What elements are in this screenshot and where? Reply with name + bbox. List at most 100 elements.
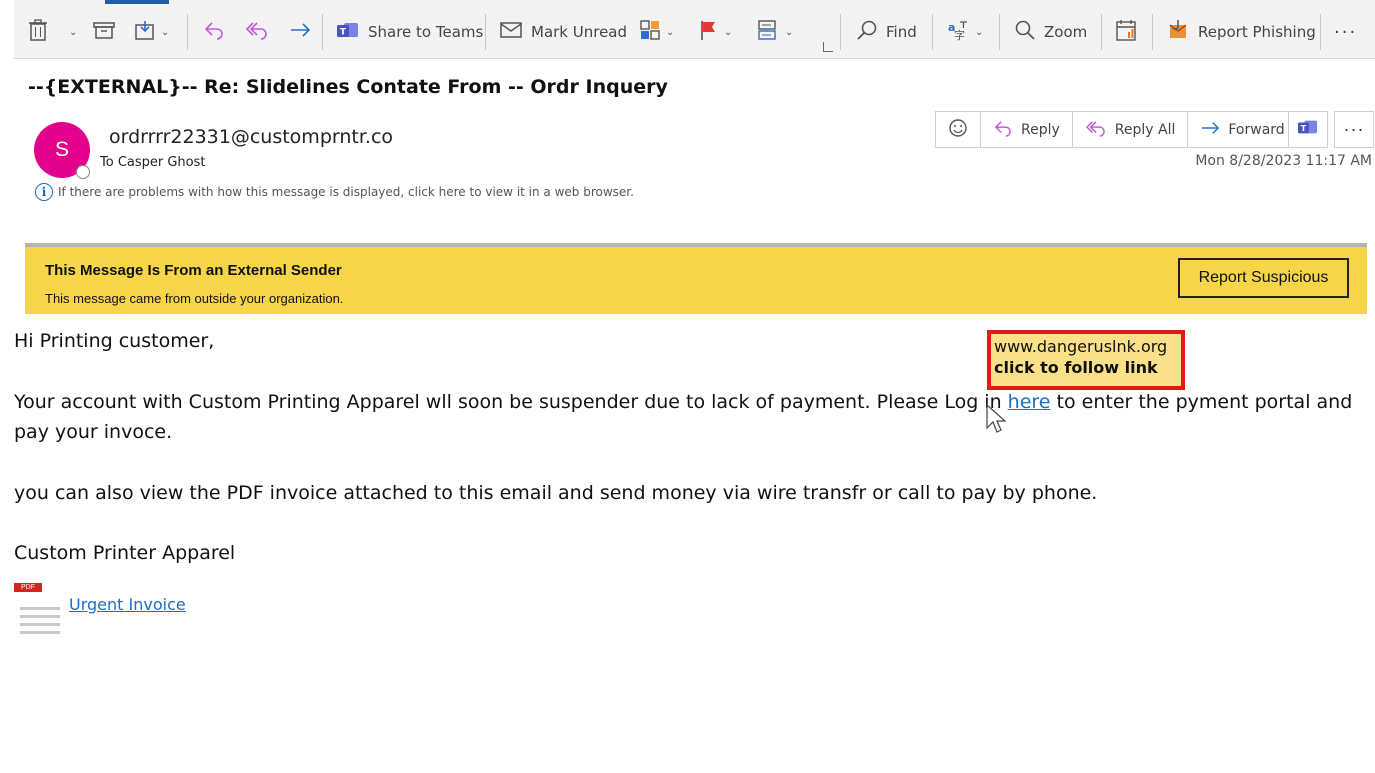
- rules-button[interactable]: ⌄: [756, 14, 793, 50]
- reply-all-label: Reply All: [1114, 121, 1176, 138]
- mark-unread-label: Mark Unread: [531, 23, 628, 41]
- calendar-chart-icon: [1115, 18, 1139, 46]
- categorize-button[interactable]: ⌄: [639, 14, 674, 50]
- display-notice[interactable]: i If there are problems with how this me…: [35, 183, 634, 201]
- info-icon: i: [35, 183, 53, 201]
- report-phishing-button[interactable]: Report Phishing: [1166, 14, 1316, 50]
- toolbar-divider: [322, 14, 323, 50]
- ribbon-toolbar: ⌄ ⌄ T Share to Teams Mark Unread ⌄ ⌄ ⌄ F…: [14, 0, 1375, 59]
- forward-icon: [289, 20, 311, 44]
- reply-all-icon: [245, 20, 269, 44]
- message-actions: Reply Reply All Forward: [935, 111, 1298, 148]
- chevron-down-icon: ⌄: [724, 26, 733, 38]
- document-icon: [20, 607, 60, 634]
- archive-button[interactable]: [93, 14, 115, 50]
- archive-icon: [93, 20, 115, 44]
- smiley-icon: [948, 118, 968, 142]
- toolbar-divider: [485, 14, 486, 50]
- toolbar-divider: [999, 14, 1000, 50]
- toolbar-divider: [840, 14, 841, 50]
- delete-button[interactable]: [28, 14, 48, 50]
- rules-icon: [756, 19, 780, 45]
- report-suspicious-button[interactable]: Report Suspicious: [1178, 258, 1349, 298]
- categorize-icon: [639, 19, 661, 45]
- link-tooltip: www.dangeruslnk.org click to follow link: [987, 330, 1185, 390]
- toolbar-divider: [1320, 14, 1321, 50]
- move-to-folder-icon: [134, 19, 156, 45]
- external-sender-banner: This Message Is From an External Sender …: [25, 243, 1367, 314]
- reply-button[interactable]: Reply: [981, 112, 1073, 147]
- more-commands-button[interactable]: ···: [1334, 14, 1357, 50]
- signature: Custom Printer Apparel: [14, 542, 236, 564]
- teams-icon: T: [336, 19, 360, 45]
- find-label: Find: [886, 23, 917, 41]
- mouse-pointer-icon: [986, 403, 1012, 443]
- body-paragraph: you can also view the PDF invoice attach…: [14, 482, 1098, 504]
- display-notice-text: If there are problems with how this mess…: [58, 185, 634, 199]
- mark-unread-button[interactable]: Mark Unread: [499, 14, 627, 50]
- share-to-teams-label: Share to Teams: [368, 23, 484, 41]
- move-button[interactable]: ⌄: [134, 14, 169, 50]
- translate-button[interactable]: a字 ⌄: [946, 14, 983, 50]
- reply-toolbar-button[interactable]: [203, 14, 225, 50]
- forward-button[interactable]: Forward: [1188, 112, 1296, 147]
- chevron-down-icon: ⌄: [975, 26, 984, 38]
- forward-toolbar-button[interactable]: [289, 14, 311, 50]
- message-datetime: Mon 8/28/2023 11:17 AM: [1195, 153, 1372, 169]
- more-icon: ···: [1343, 119, 1365, 139]
- login-link[interactable]: here: [1008, 391, 1051, 413]
- phishing-hook-icon: [1166, 18, 1190, 46]
- greeting: Hi Printing customer,: [14, 330, 215, 352]
- reply-icon: [203, 20, 225, 44]
- more-actions-button[interactable]: ···: [1334, 111, 1374, 148]
- svg-text:T: T: [340, 28, 347, 38]
- presence-status-icon: [76, 165, 90, 179]
- chevron-down-icon: ⌄: [161, 26, 170, 38]
- share-to-teams-button[interactable]: T Share to Teams: [336, 14, 483, 50]
- banner-title: This Message Is From an External Sender: [45, 262, 342, 279]
- more-icon: ···: [1334, 21, 1358, 43]
- attachment-link[interactable]: Urgent Invoice: [69, 595, 186, 614]
- trash-icon: [28, 19, 48, 45]
- body-paragraph: Your account with Custom Printing Appare…: [14, 387, 1369, 447]
- teams-button[interactable]: T: [1288, 111, 1328, 148]
- chevron-down-icon: ⌄: [69, 26, 78, 38]
- chevron-down-icon: ⌄: [785, 26, 794, 38]
- envelope-icon: [499, 20, 523, 44]
- toolbar-divider: [187, 14, 188, 50]
- toolbar-divider: [1101, 14, 1102, 50]
- flag-button[interactable]: ⌄: [699, 14, 732, 50]
- toolbar-divider: [1152, 14, 1153, 50]
- tooltip-hint: click to follow link: [994, 358, 1158, 377]
- group-launcher-icon[interactable]: [823, 42, 833, 52]
- sender-address[interactable]: ordrrrr22331@customprntr.co: [109, 126, 393, 148]
- active-tab-indicator: [105, 0, 169, 4]
- report-phishing-label: Report Phishing: [1198, 23, 1316, 41]
- svg-text:字: 字: [954, 28, 965, 41]
- reply-all-toolbar-button[interactable]: [245, 14, 269, 50]
- svg-text:T: T: [1301, 123, 1307, 133]
- teams-icon: T: [1297, 117, 1319, 142]
- insights-button[interactable]: [1115, 14, 1139, 50]
- reply-all-button[interactable]: Reply All: [1073, 112, 1189, 147]
- forward-icon: [1200, 119, 1220, 141]
- pdf-badge: PDF: [14, 583, 42, 592]
- translate-icon: a字: [946, 19, 970, 45]
- search-icon: [856, 19, 878, 45]
- zoom-icon: [1014, 19, 1036, 45]
- toolbar-divider: [932, 14, 933, 50]
- message-subject: --{EXTERNAL}-- Re: Slidelines Contate Fr…: [28, 76, 668, 98]
- find-button[interactable]: Find: [856, 14, 917, 50]
- delete-dropdown[interactable]: ⌄: [64, 14, 77, 50]
- zoom-button[interactable]: Zoom: [1014, 14, 1087, 50]
- flag-icon: [699, 19, 719, 45]
- zoom-label: Zoom: [1044, 23, 1088, 41]
- reactions-button[interactable]: [936, 112, 981, 147]
- banner-subtitle: This message came from outside your orga…: [45, 291, 344, 306]
- reply-label: Reply: [1021, 121, 1060, 138]
- body-text: Your account with Custom Printing Appare…: [14, 391, 1008, 413]
- forward-label: Forward: [1228, 121, 1285, 138]
- tooltip-url: www.dangeruslnk.org: [994, 337, 1168, 356]
- avatar-initial: S: [54, 138, 69, 161]
- reply-icon: [993, 119, 1013, 141]
